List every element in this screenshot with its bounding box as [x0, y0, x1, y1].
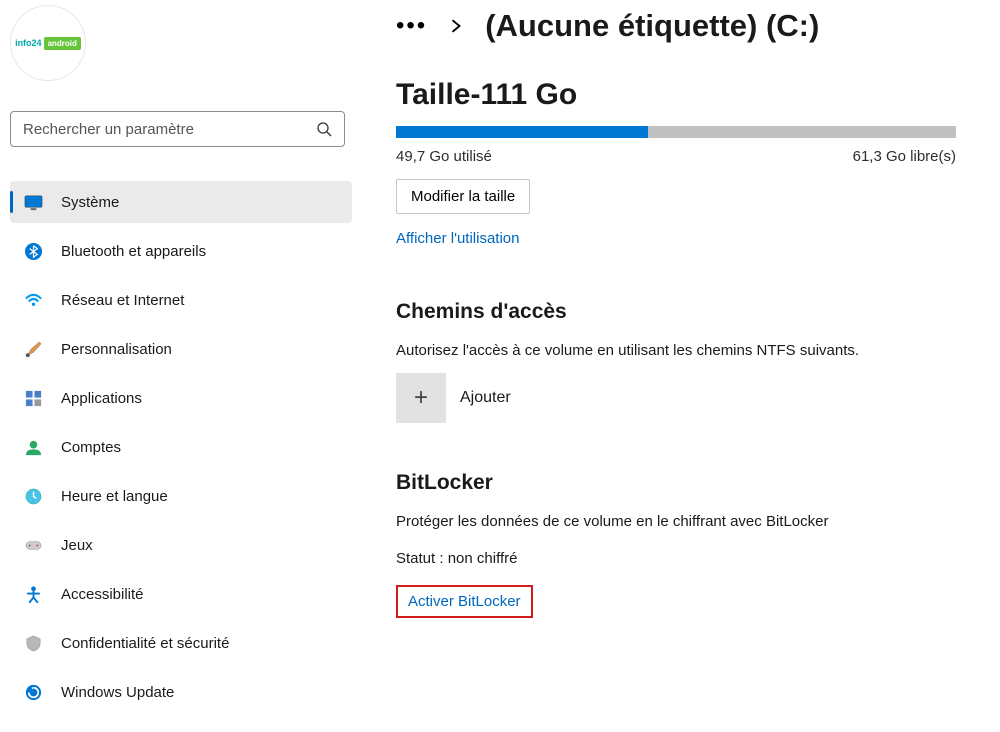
- plus-icon: +: [414, 384, 428, 412]
- sidebar-item-bluetooth[interactable]: Bluetooth et appareils: [10, 230, 352, 272]
- sidebar: info24android Système Bluetooth et appar…: [0, 0, 362, 732]
- avatar: info24android: [10, 5, 86, 81]
- gamepad-icon: [24, 536, 43, 555]
- storage-labels: 49,7 Go utilisé 61,3 Go libre(s): [396, 148, 956, 165]
- sidebar-item-accessibility[interactable]: Accessibilité: [10, 573, 352, 615]
- activate-bitlocker-link[interactable]: Activer BitLocker: [396, 585, 533, 618]
- accessibility-icon: [24, 585, 43, 604]
- sidebar-item-label: Applications: [61, 390, 142, 407]
- wifi-icon: [24, 291, 43, 310]
- shield-icon: [24, 634, 43, 653]
- bitlocker-description: Protéger les données de ce volume en le …: [396, 513, 970, 530]
- sidebar-nav: Système Bluetooth et appareils Réseau et…: [10, 181, 352, 713]
- sidebar-item-label: Confidentialité et sécurité: [61, 635, 229, 652]
- add-path-row: + Ajouter: [396, 373, 970, 423]
- modify-size-button[interactable]: Modifier la taille: [396, 179, 530, 214]
- sidebar-item-update[interactable]: Windows Update: [10, 671, 352, 713]
- sidebar-item-personalization[interactable]: Personnalisation: [10, 328, 352, 370]
- bluetooth-icon: [24, 242, 43, 261]
- storage-used-bar: [396, 126, 648, 138]
- sidebar-item-label: Heure et langue: [61, 488, 168, 505]
- sidebar-item-label: Bluetooth et appareils: [61, 243, 206, 260]
- sidebar-item-network[interactable]: Réseau et Internet: [10, 279, 352, 321]
- breadcrumb-more-icon[interactable]: •••: [396, 12, 427, 40]
- sidebar-item-privacy[interactable]: Confidentialité et sécurité: [10, 622, 352, 664]
- storage-progress: [396, 126, 956, 138]
- main-content: ••• (Aucune étiquette) (C:) Taille-111 G…: [362, 0, 1000, 732]
- sidebar-item-label: Accessibilité: [61, 586, 144, 603]
- size-heading: Taille-111 Go: [396, 78, 970, 112]
- sidebar-item-label: Comptes: [61, 439, 121, 456]
- add-path-button[interactable]: +: [396, 373, 446, 423]
- search-icon: [316, 121, 332, 137]
- sidebar-item-time-language[interactable]: Heure et langue: [10, 475, 352, 517]
- storage-free-label: 61,3 Go libre(s): [853, 148, 956, 165]
- update-icon: [24, 683, 43, 702]
- search-field[interactable]: [23, 121, 316, 138]
- show-usage-link[interactable]: Afficher l'utilisation: [396, 230, 519, 247]
- add-path-label: Ajouter: [460, 389, 511, 407]
- bitlocker-heading: BitLocker: [396, 471, 970, 495]
- paths-description: Autorisez l'accès à ce volume en utilisa…: [396, 342, 970, 359]
- sidebar-item-label: Windows Update: [61, 684, 174, 701]
- sidebar-item-label: Réseau et Internet: [61, 292, 184, 309]
- storage-used-label: 49,7 Go utilisé: [396, 148, 492, 165]
- sidebar-item-label: Jeux: [61, 537, 93, 554]
- sidebar-item-label: Système: [61, 194, 119, 211]
- page-title: (Aucune étiquette) (C:): [485, 8, 819, 44]
- chevron-right-icon: [449, 19, 463, 33]
- breadcrumb: ••• (Aucune étiquette) (C:): [396, 8, 970, 44]
- paths-heading: Chemins d'accès: [396, 300, 970, 324]
- sidebar-item-accounts[interactable]: Comptes: [10, 426, 352, 468]
- sidebar-item-system[interactable]: Système: [10, 181, 352, 223]
- monitor-icon: [24, 193, 43, 212]
- apps-icon: [24, 389, 43, 408]
- search-input[interactable]: [10, 111, 345, 147]
- sidebar-item-label: Personnalisation: [61, 341, 172, 358]
- brush-icon: [24, 340, 43, 359]
- sidebar-item-apps[interactable]: Applications: [10, 377, 352, 419]
- sidebar-item-games[interactable]: Jeux: [10, 524, 352, 566]
- person-icon: [24, 438, 43, 457]
- bitlocker-status: Statut : non chiffré: [396, 550, 970, 567]
- clock-globe-icon: [24, 487, 43, 506]
